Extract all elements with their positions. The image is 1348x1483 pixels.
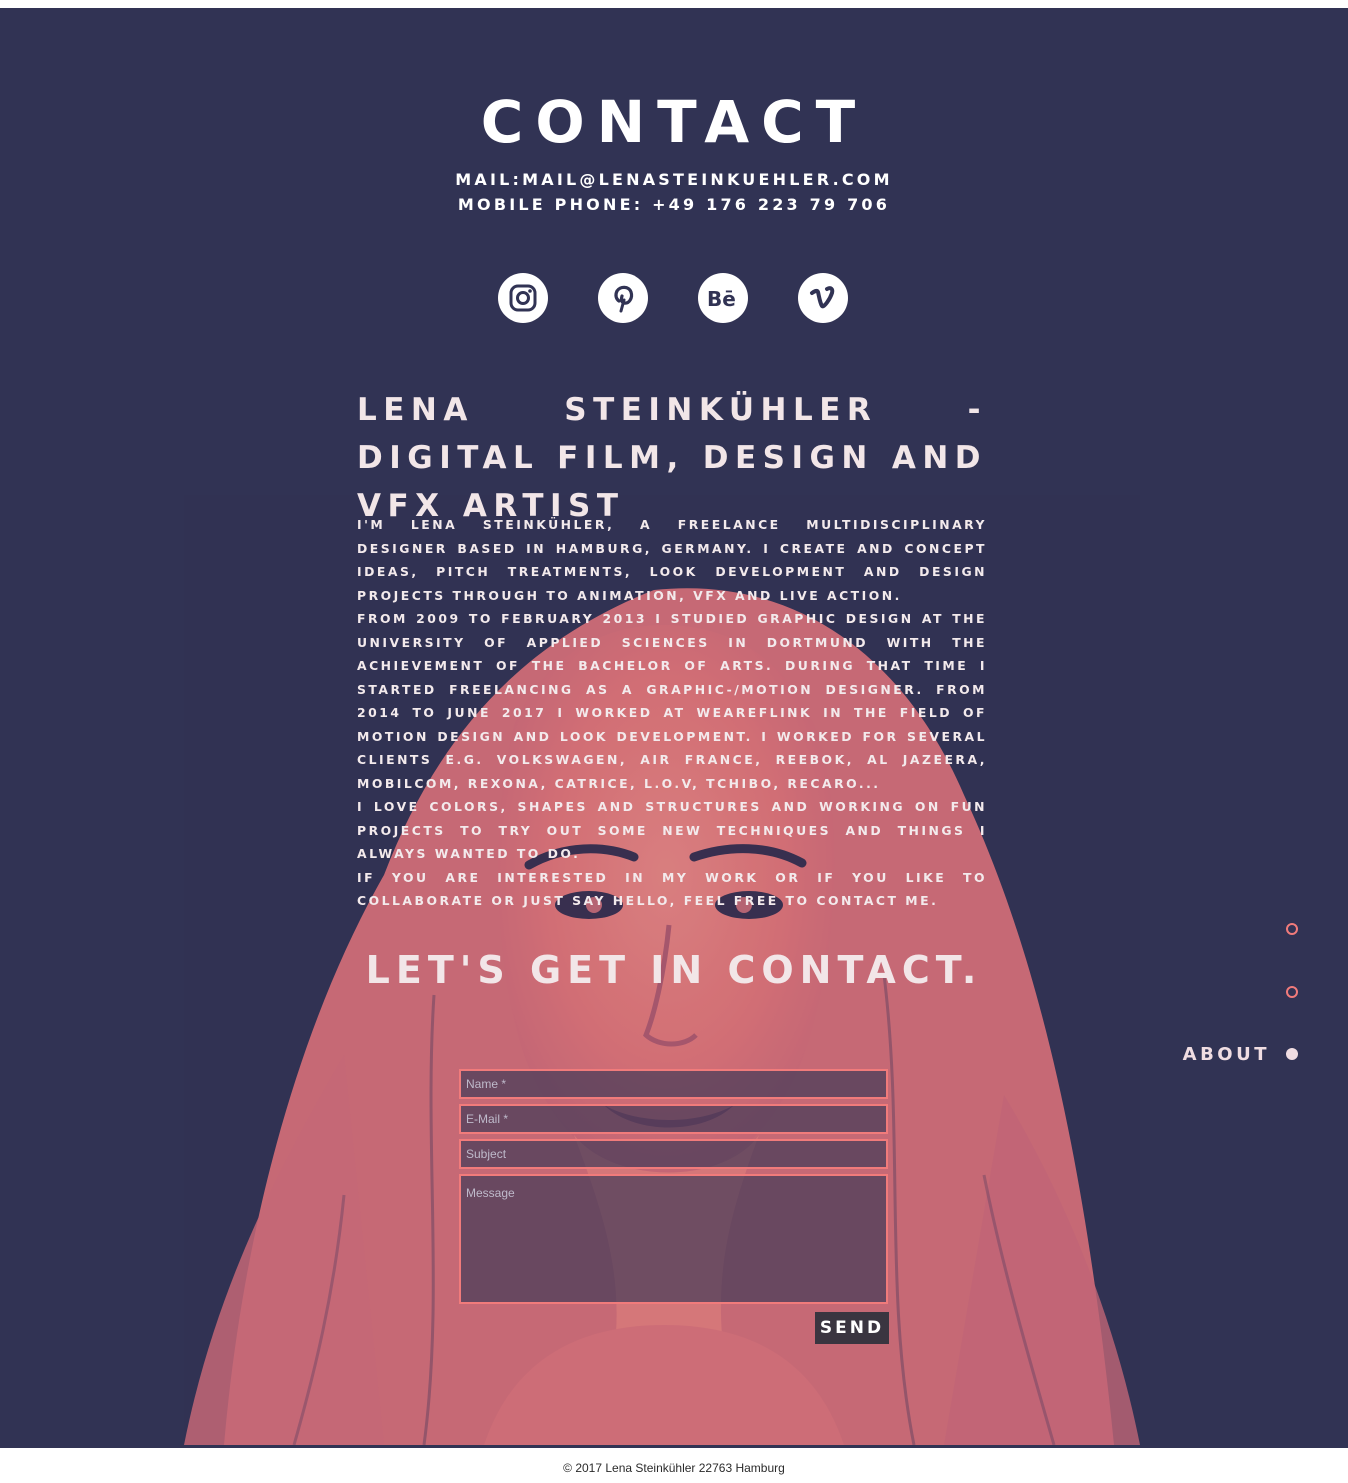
bio-paragraph: If you are interested in my work or if y… xyxy=(357,869,987,909)
instagram-icon xyxy=(509,284,537,312)
behance-icon: Bē xyxy=(707,287,736,310)
footer-copyright: © 2017 Lena Steinkühler 22763 Hamburg xyxy=(563,1461,785,1475)
instagram-link[interactable] xyxy=(498,273,548,323)
contact-email[interactable]: Mail:mail@lenasteinkuehler.com xyxy=(0,170,1348,189)
section-nav-dot[interactable] xyxy=(1286,923,1298,935)
page-title: Contact xyxy=(480,88,868,156)
about-bio: I'm Lena Steinkühler, a freelance multid… xyxy=(357,513,987,913)
section-nav-label-about[interactable]: About xyxy=(1150,1044,1270,1065)
svg-text:Bē: Bē xyxy=(707,287,736,310)
behance-link[interactable]: Bē xyxy=(698,273,748,323)
vimeo-link[interactable] xyxy=(798,273,848,323)
bio-paragraph: I'm Lena Steinkühler, a freelance multid… xyxy=(357,517,987,603)
section-nav-dot-active[interactable] xyxy=(1286,1048,1298,1060)
bio-paragraph: From 2009 to February 2013 I studied gra… xyxy=(357,611,987,791)
vimeo-icon xyxy=(810,286,835,309)
name-input[interactable] xyxy=(459,1069,888,1099)
pinterest-icon xyxy=(614,285,634,313)
section-nav-dot[interactable] xyxy=(1286,986,1298,998)
contact-form-heading: Let's get in contact. xyxy=(365,948,983,992)
email-input[interactable] xyxy=(459,1104,888,1134)
bio-paragraph: I love colors, shapes and structures and… xyxy=(357,799,987,861)
contact-phone: Mobile Phone: +49 176 223 79 706 xyxy=(457,195,891,214)
subject-input[interactable] xyxy=(459,1139,888,1169)
pinterest-link[interactable] xyxy=(598,273,648,323)
about-headline: Lena Steinkühler - Digital Film, Design … xyxy=(357,392,987,524)
send-button[interactable]: Send xyxy=(815,1312,889,1344)
message-textarea[interactable] xyxy=(459,1174,888,1304)
